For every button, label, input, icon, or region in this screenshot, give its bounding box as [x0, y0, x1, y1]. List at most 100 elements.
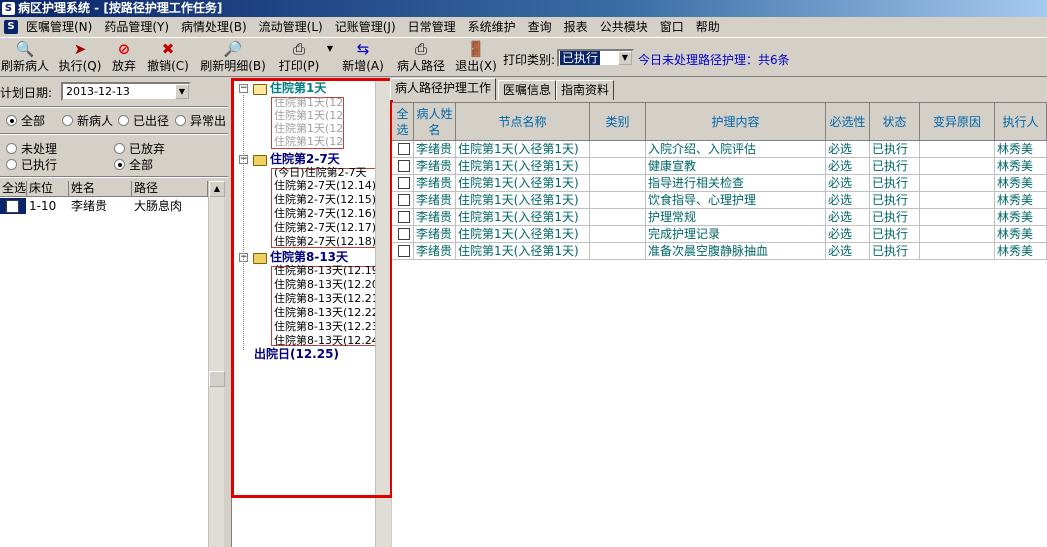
tree-leaf[interactable]: 住院第1天(12.11): [274, 122, 344, 136]
cell-category[interactable]: [590, 175, 646, 192]
menu-query[interactable]: 查询: [522, 17, 558, 37]
cell-status[interactable]: 已执行: [870, 243, 920, 260]
patient-path-button[interactable]: ⎙ 病人路径: [394, 40, 448, 76]
collapse-icon[interactable]: −: [239, 84, 248, 93]
execute-button[interactable]: ➤ 执行(Q): [56, 40, 104, 76]
cell-required[interactable]: 必选: [826, 141, 870, 158]
scope-exited-radio[interactable]: 已出径: [118, 114, 169, 128]
menu-flow[interactable]: 流动管理(L): [253, 17, 329, 37]
menu-order[interactable]: 医嘱管理(N): [20, 17, 98, 37]
status-unprocessed-radio[interactable]: 未处理: [6, 142, 57, 156]
cancel-button[interactable]: ✖ 撤销(C): [145, 40, 191, 76]
cell-variance-reason[interactable]: [920, 158, 995, 175]
cell-content[interactable]: 入院介绍、入院评估: [646, 141, 826, 158]
tree-node-day2-7[interactable]: 住院第2-7天: [270, 152, 340, 166]
cell-status[interactable]: 已执行: [870, 158, 920, 175]
cell-content[interactable]: 健康宣教: [646, 158, 826, 175]
cell-patient-name[interactable]: 李绪贵: [414, 226, 456, 243]
cell-node-name[interactable]: 住院第1天(入径第1天): [456, 209, 590, 226]
tree-leaf[interactable]: 住院第8-13天(12.19): [274, 264, 378, 278]
cell-content[interactable]: 准备次晨空腹静脉抽血: [646, 243, 826, 260]
scope-abnormal-radio[interactable]: 异常出: [175, 114, 226, 128]
cell-status[interactable]: 已执行: [870, 141, 920, 158]
menu-common[interactable]: 公共模块: [594, 17, 654, 37]
menu-system[interactable]: 系统维护: [462, 17, 522, 37]
cell-category[interactable]: [590, 243, 646, 260]
tree-leaf[interactable]: 住院第1天(12.12): [274, 135, 344, 149]
menu-daily[interactable]: 日常管理: [402, 17, 462, 37]
cell-status[interactable]: 已执行: [870, 209, 920, 226]
cell-executor[interactable]: 林秀美: [995, 226, 1047, 243]
cell-content[interactable]: 完成护理记录: [646, 226, 826, 243]
tree-node-day8-13[interactable]: 住院第8-13天: [270, 250, 348, 264]
exit-button[interactable]: 🚪 退出(X): [454, 40, 498, 76]
plan-date-picker[interactable]: 2013-12-13 ▼: [61, 82, 191, 101]
cell-patient-name[interactable]: 李绪贵: [414, 175, 456, 192]
cell-required[interactable]: 必选: [826, 192, 870, 209]
cell-variance-reason[interactable]: [920, 209, 995, 226]
cell-node-name[interactable]: 住院第1天(入径第1天): [456, 175, 590, 192]
cell-patient-name[interactable]: 李绪贵: [414, 192, 456, 209]
cell-node-name[interactable]: 住院第1天(入径第1天): [456, 192, 590, 209]
cell-required[interactable]: 必选: [826, 158, 870, 175]
column-header-select-all[interactable]: 全选: [0, 181, 27, 197]
cell-variance-reason[interactable]: [920, 141, 995, 158]
cell-node-name[interactable]: 住院第1天(入径第1天): [456, 141, 590, 158]
tree-leaf[interactable]: 住院第8-13天(12.21): [274, 292, 378, 306]
tree-leaf[interactable]: 住院第8-13天(12.23): [274, 320, 378, 334]
cell-category[interactable]: [590, 192, 646, 209]
chevron-down-icon[interactable]: ▼: [175, 84, 189, 99]
menu-report[interactable]: 报表: [558, 17, 594, 37]
tree-scrollbar[interactable]: [375, 80, 391, 547]
tree-leaf[interactable]: 住院第1天(12.09): [274, 96, 344, 110]
tab-guide[interactable]: 指南资料: [556, 80, 615, 100]
cell-node-name[interactable]: 住院第1天(入径第1天): [456, 158, 590, 175]
cell-variance-reason[interactable]: [920, 175, 995, 192]
cell-status[interactable]: 已执行: [870, 226, 920, 243]
print-category-select[interactable]: 已执行 ▼: [557, 49, 634, 67]
cell-patient-name[interactable]: 李绪贵: [414, 141, 456, 158]
tab-orders[interactable]: 医嘱信息: [498, 80, 557, 100]
add-button[interactable]: ⇆ 新增(A): [340, 40, 386, 76]
cell-content[interactable]: 指导进行相关检查: [646, 175, 826, 192]
scroll-thumb[interactable]: [209, 371, 225, 387]
cell-content[interactable]: 护理常规: [646, 209, 826, 226]
column-header-variance-reason[interactable]: 变异原因: [920, 103, 995, 141]
tree-leaf[interactable]: 住院第8-13天(12.24): [274, 334, 378, 348]
cell-variance-reason[interactable]: [920, 192, 995, 209]
cell-required[interactable]: 必选: [826, 175, 870, 192]
column-header-select-all[interactable]: 全选: [392, 103, 414, 141]
tree-leaf[interactable]: 住院第2-7天(12.18): [274, 235, 378, 249]
refresh-detail-button[interactable]: 🔎 刷新明细(B): [198, 40, 268, 76]
cell-required[interactable]: 必选: [826, 209, 870, 226]
tree-node-day1[interactable]: 住院第1天: [270, 81, 326, 95]
patient-table-scrollbar[interactable]: ▲: [208, 181, 225, 547]
column-header-required[interactable]: 必选性: [826, 103, 870, 141]
column-header-path[interactable]: 路径: [132, 181, 208, 197]
tab-path-nursing[interactable]: 病人路径护理工作: [390, 78, 497, 100]
tree-leaf[interactable]: 住院第2-7天(12.14): [274, 179, 378, 193]
status-executed-radio[interactable]: 已执行: [6, 158, 57, 172]
cell-executor[interactable]: 林秀美: [995, 158, 1047, 175]
column-header-patient-name[interactable]: 病人姓名: [414, 103, 456, 141]
tree-node-discharge[interactable]: 出院日(12.25): [254, 347, 339, 361]
cell-executor[interactable]: 林秀美: [995, 192, 1047, 209]
cell-variance-reason[interactable]: [920, 226, 995, 243]
column-header-content[interactable]: 护理内容: [646, 103, 826, 141]
print-dropdown-arrow[interactable]: ▼: [325, 40, 335, 76]
cell-node-name[interactable]: 住院第1天(入径第1天): [456, 243, 590, 260]
scope-all-radio[interactable]: 全部: [6, 114, 45, 128]
tree-leaf[interactable]: 住院第2-7天(12.17): [274, 221, 378, 235]
cell-category[interactable]: [590, 158, 646, 175]
cell-variance-reason[interactable]: [920, 243, 995, 260]
cell-category[interactable]: [590, 209, 646, 226]
cell-node-name[interactable]: 住院第1天(入径第1天): [456, 226, 590, 243]
column-header-bed[interactable]: 床位: [27, 181, 69, 197]
cell-patient-name[interactable]: 李绪贵: [414, 158, 456, 175]
column-header-name[interactable]: 姓名: [69, 181, 132, 197]
patient-path[interactable]: 大肠息肉: [132, 198, 182, 214]
tree-leaf[interactable]: 住院第1天(12.10): [274, 109, 344, 123]
status-abandoned-radio[interactable]: 已放弃: [114, 142, 165, 156]
cell-status[interactable]: 已执行: [870, 175, 920, 192]
refresh-patient-button[interactable]: 🔍 刷新病人: [0, 40, 50, 76]
